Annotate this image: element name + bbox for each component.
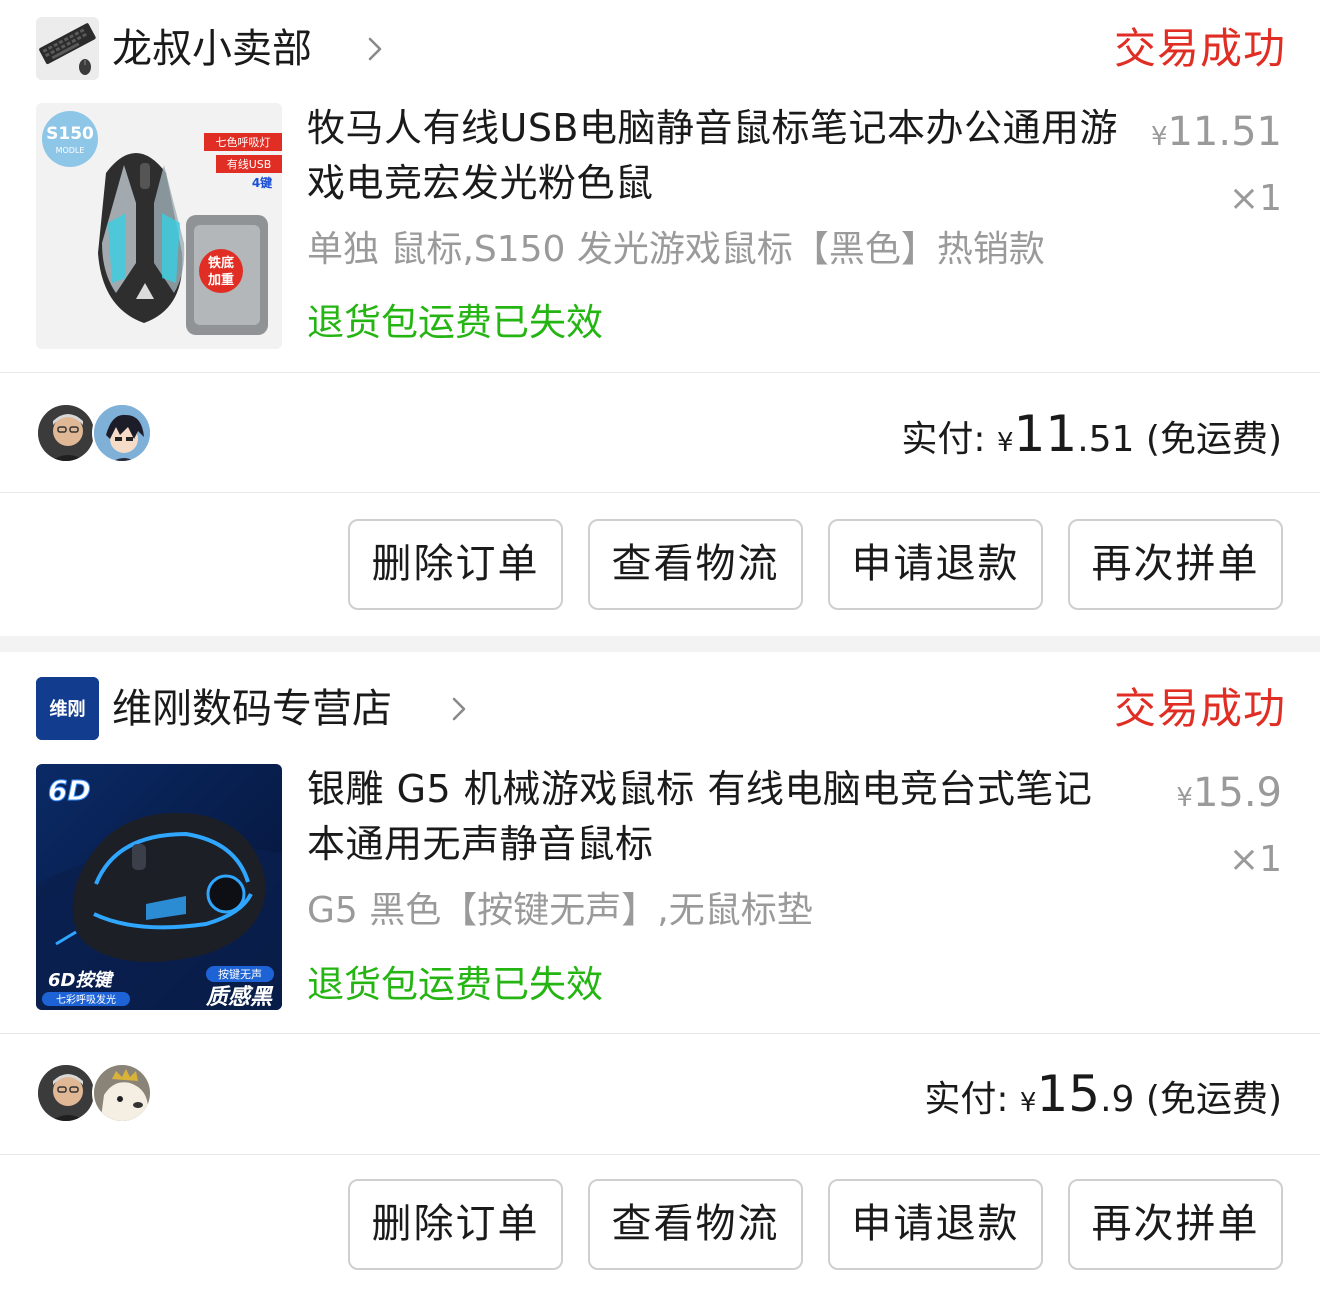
chevron-right-icon[interactable] [366,29,384,69]
keyboard-mouse-logo-icon [36,17,99,80]
thumb-badge: 6D [48,774,91,807]
group-avatars[interactable] [36,403,156,463]
thumb-tag-1: 七色呼吸灯 [216,135,271,149]
thumb-caption-2-top: 按键无声 [218,967,262,981]
return-policy: 退货包运费已失效 [307,963,603,1006]
shop-name[interactable]: 维刚数码专营店 [112,683,392,735]
product-spec: 单独 鼠标,S150 发光游戏鼠标【黑色】热销款 [307,229,1045,270]
avatar [36,1063,96,1123]
thumb-badge-sub: MODLE [56,146,85,155]
delete-order-button[interactable]: 删除订单 [348,519,563,610]
product-title[interactable]: 银雕 G5 机械游戏鼠标 有线电脑电竞台式笔记本通用无声静音鼠标 [307,762,1119,872]
gaming-mouse-image: 6D 6D按键 七彩呼吸发光 按键无声 质感黑 [36,764,282,1010]
shop-header[interactable]: 龙叔小卖部 交易成功 [36,17,1286,81]
divider [0,1154,1320,1155]
order-card: 龙叔小卖部 交易成功 S150 MODLE 铁底 加重 七色呼吸灯 有线USB … [0,0,1320,636]
unit-price: ¥15.9 [1176,770,1282,816]
gaming-mouse-image: S150 MODLE 铁底 加重 七色呼吸灯 有线USB 4键 [36,103,282,349]
product-title[interactable]: 牧马人有线USB电脑静音鼠标笔记本办公通用游戏电竞宏发光粉色鼠 [307,101,1119,211]
divider [0,372,1320,373]
thumb-caption-2: 质感黑 [205,985,274,1010]
shop-logo-text: 维刚 [50,698,86,720]
reorder-button[interactable]: 再次拼单 [1068,519,1283,610]
thumb-tag-2: 有线USB [227,157,272,171]
section-gap [0,636,1320,652]
delete-order-button[interactable]: 删除订单 [348,1179,563,1270]
divider [0,1033,1320,1034]
avatar [92,403,152,463]
view-logistics-button[interactable]: 查看物流 [588,519,803,610]
avatar [92,1063,152,1123]
shop-logo-badge-icon: 维刚 [36,677,99,740]
divider [0,492,1320,493]
group-avatars[interactable] [36,1063,156,1123]
thumb-stamp-1: 铁底 [207,255,234,271]
order-status: 交易成功 [1113,24,1286,73]
quantity: ×1 [1228,178,1282,219]
order-card: 维刚 维刚数码专营店 交易成功 6D 6D按键 七彩呼吸发光 按键无声 质感黑 … [0,652,1320,1298]
shop-logo: 维刚 [36,677,99,740]
unit-price: ¥11.51 [1150,109,1282,155]
reorder-button[interactable]: 再次拼单 [1068,1179,1283,1270]
product-thumbnail[interactable]: S150 MODLE 铁底 加重 七色呼吸灯 有线USB 4键 [36,103,282,349]
view-logistics-button[interactable]: 查看物流 [588,1179,803,1270]
request-refund-button[interactable]: 申请退款 [828,1179,1043,1270]
return-policy: 退货包运费已失效 [307,301,603,344]
request-refund-button[interactable]: 申请退款 [828,519,1043,610]
chevron-right-icon[interactable] [450,689,468,729]
shop-logo [36,17,99,80]
quantity: ×1 [1228,839,1282,880]
avatar [36,403,96,463]
thumb-badge: S150 [46,124,94,144]
shop-name[interactable]: 龙叔小卖部 [112,23,312,75]
paid-amount: 实付: ¥11.51 (免运费) [901,405,1282,463]
thumb-caption-1: 6D按键 [48,970,114,991]
product-spec: G5 黑色【按键无声】,无鼠标垫 [307,890,813,931]
shop-header[interactable]: 维刚 维刚数码专营店 交易成功 [36,677,1286,741]
product-thumbnail[interactable]: 6D 6D按键 七彩呼吸发光 按键无声 质感黑 [36,764,282,1010]
thumb-caption-1-sub: 七彩呼吸发光 [56,993,116,1006]
thumb-stamp-2: 加重 [207,272,234,288]
paid-amount: 实付: ¥15.9 (免运费) [924,1065,1282,1123]
thumb-tag-3: 4键 [252,175,272,190]
order-status: 交易成功 [1113,684,1286,733]
